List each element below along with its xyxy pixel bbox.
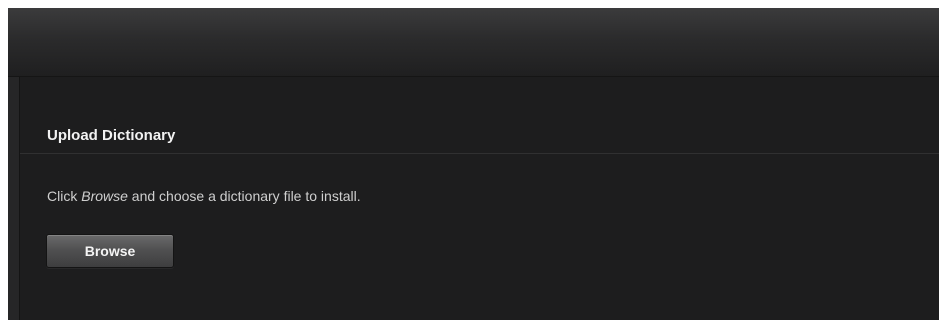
section-header: Upload Dictionary: [20, 115, 939, 154]
instruction-emphasis: Browse: [81, 188, 128, 204]
instruction-prefix: Click: [47, 188, 82, 204]
instruction-suffix: and choose a dictionary file to install.: [127, 188, 361, 204]
app-window: Upload Dictionary Click Browse and choos…: [8, 8, 939, 320]
upload-dictionary-panel: Upload Dictionary Click Browse and choos…: [20, 77, 939, 320]
browse-button[interactable]: Browse: [46, 234, 174, 268]
top-toolbar: [8, 8, 939, 77]
screen: Upload Dictionary Click Browse and choos…: [0, 0, 939, 320]
section-title: Upload Dictionary: [47, 127, 176, 144]
left-sidebar-edge: [8, 77, 20, 320]
instruction-text: Click Browse and choose a dictionary fil…: [47, 188, 361, 204]
